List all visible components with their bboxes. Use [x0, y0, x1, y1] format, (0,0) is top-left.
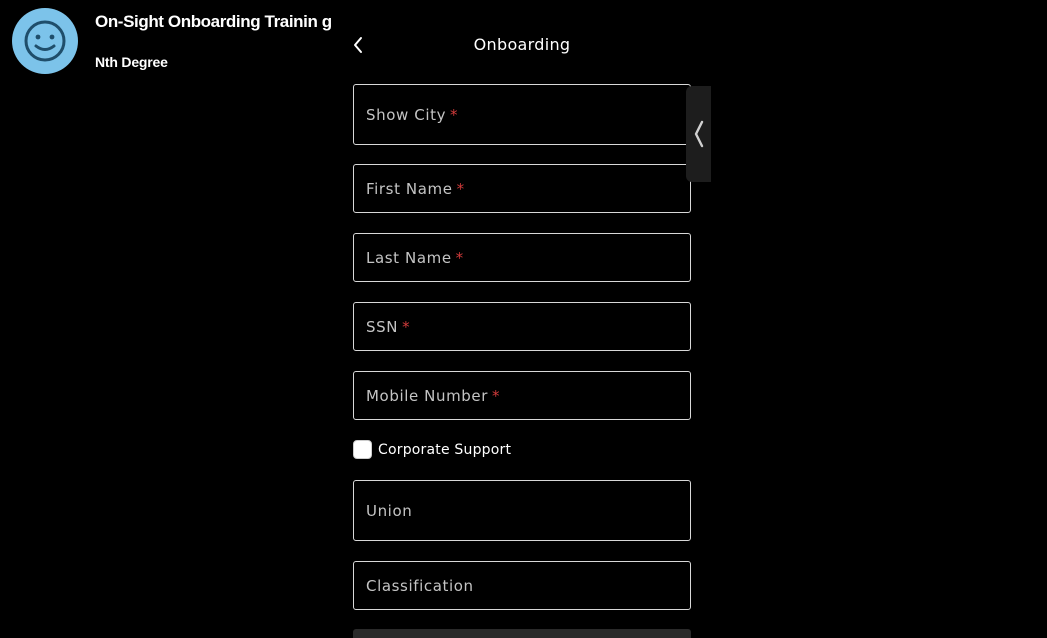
field-label: Mobile Number * — [366, 386, 501, 405]
corporate-support-row[interactable]: Corporate Support — [353, 439, 511, 460]
required-marker: * — [455, 248, 464, 267]
side-drawer-tab[interactable] — [686, 86, 711, 182]
required-marker: * — [456, 179, 465, 198]
first-name-field[interactable]: First Name * — [353, 164, 691, 213]
channel-avatar[interactable] — [12, 8, 78, 74]
video-title[interactable]: On-Sight Onboarding Trainin g — [95, 12, 332, 32]
ssn-field[interactable]: SSN * — [353, 302, 691, 351]
mobile-number-field[interactable]: Mobile Number * — [353, 371, 691, 420]
corporate-support-checkbox[interactable] — [353, 440, 372, 459]
channel-name[interactable]: Nth Degree — [95, 54, 168, 70]
field-label: Show City * — [366, 105, 459, 124]
chevron-left-icon — [694, 120, 703, 148]
back-button[interactable] — [348, 33, 368, 57]
required-marker: * — [492, 386, 501, 405]
field-label: Union — [366, 501, 413, 520]
chevron-left-icon — [354, 37, 362, 53]
page-title: Onboarding — [473, 35, 571, 54]
classification-field[interactable]: Classification — [353, 561, 691, 610]
show-city-field[interactable]: Show City * — [353, 84, 691, 145]
required-marker: * — [450, 105, 459, 124]
union-field[interactable]: Union — [353, 480, 691, 541]
field-label: Classification — [366, 576, 474, 595]
last-name-field[interactable]: Last Name * — [353, 233, 691, 282]
submit-button[interactable] — [353, 629, 691, 638]
smiley-face-icon — [24, 20, 66, 62]
video-frame: On-Sight Onboarding Trainin g Nth Degree… — [0, 0, 1047, 638]
required-marker: * — [402, 317, 411, 336]
field-label: SSN * — [366, 317, 411, 336]
corporate-support-label[interactable]: Corporate Support — [378, 442, 511, 458]
field-label: Last Name * — [366, 248, 464, 267]
field-label: First Name * — [366, 179, 465, 198]
